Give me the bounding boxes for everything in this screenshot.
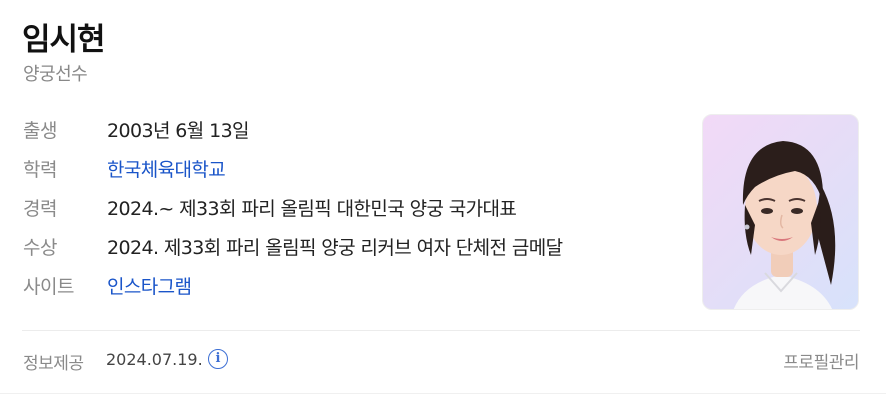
info-source-date: 2024.07.19. bbox=[106, 350, 203, 369]
info-value: 2003년 6월 13일 bbox=[107, 120, 250, 142]
education-link[interactable]: 한국체육대학교 bbox=[107, 155, 226, 182]
info-label: 사이트 bbox=[23, 276, 74, 298]
profile-subtitle: 양궁선수 bbox=[23, 64, 88, 85]
profile-photo[interactable] bbox=[702, 114, 859, 310]
bottom-divider bbox=[0, 393, 886, 394]
info-circle-icon[interactable]: i bbox=[208, 349, 228, 369]
info-source-label: 정보제공 bbox=[23, 354, 84, 374]
info-label: 출생 bbox=[23, 120, 57, 142]
info-label: 경력 bbox=[23, 198, 57, 220]
info-label: 학력 bbox=[23, 159, 57, 181]
profile-manage-link[interactable]: 프로필관리 bbox=[783, 348, 859, 373]
instagram-link[interactable]: 인스타그램 bbox=[107, 272, 192, 299]
profile-name: 임시현 bbox=[22, 22, 106, 58]
portrait-image bbox=[733, 141, 836, 309]
footer-divider bbox=[22, 330, 860, 331]
info-value: 2024.~ 제33회 파리 올림픽 대한민국 양궁 국가대표 bbox=[107, 198, 517, 220]
info-value: 2024. 제33회 파리 올림픽 양궁 리커브 여자 단체전 금메달 bbox=[107, 237, 563, 259]
info-label: 수상 bbox=[23, 237, 57, 259]
profile-card: 임시현 양궁선수 출생 2003년 6월 13일 학력 한국체육대학교 경력 2… bbox=[0, 0, 886, 405]
